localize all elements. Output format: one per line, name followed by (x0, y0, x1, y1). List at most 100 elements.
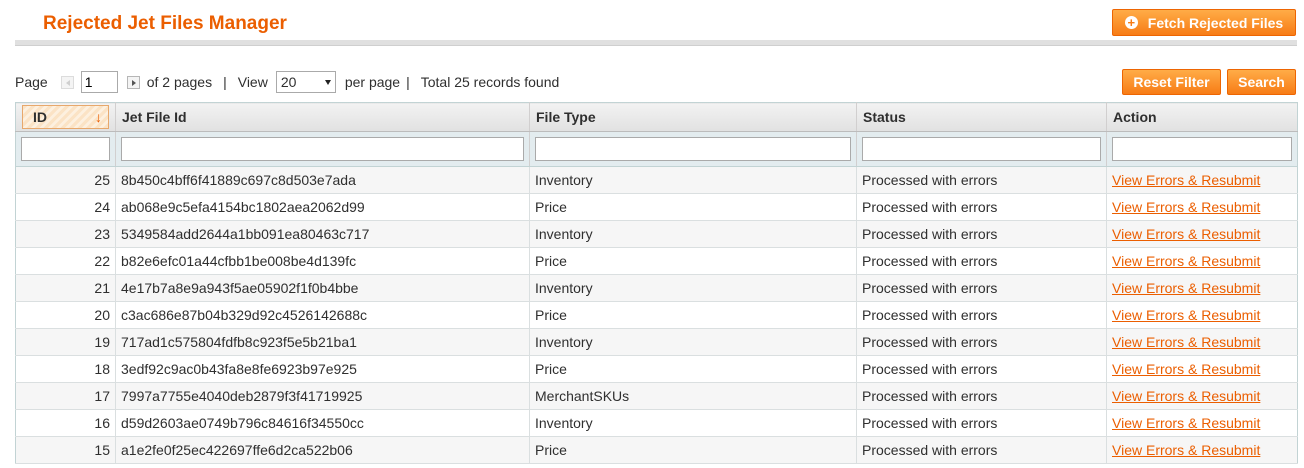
view-errors-resubmit-link[interactable]: View Errors & Resubmit (1112, 334, 1260, 350)
table-row[interactable]: 15 a1e2fe0f25ec422697ffe6d2ca522b06 Price P… (15, 436, 1298, 464)
cell-id: 18 (15, 355, 116, 383)
cell-file-type: Inventory (529, 409, 857, 437)
table-row[interactable]: 24 ab068e9c5efa4154bc1802aea2062d99 Price P… (15, 193, 1298, 221)
pager: Page of 2 pages | View 20 per page | Tot… (15, 69, 559, 95)
view-errors-resubmit-link[interactable]: View Errors & Resubmit (1112, 361, 1260, 377)
cell-action: View Errors & Resubmit (1106, 382, 1298, 410)
fetch-button-label: Fetch Rejected Files (1147, 14, 1284, 31)
table-row[interactable]: 21 4e17b7a8e9a943f5ae05902f1f0b4bbe Invent… (15, 274, 1298, 302)
cell-id: 16 (15, 409, 116, 437)
view-errors-resubmit-link[interactable]: View Errors & Resubmit (1112, 226, 1260, 242)
filter-cell-jet-file-id (115, 131, 530, 167)
column-header-action: Action (1106, 102, 1298, 132)
table-row[interactable]: 22 b82e6efc01a44cfbb1be008be4d139fc Price P… (15, 247, 1298, 275)
rejected-files-grid: ID ↓ Jet File Id File Type Status Action… (15, 102, 1298, 464)
table-row[interactable]: 16 d59d2603ae0749b796c84616f34550cc Invent… (15, 409, 1298, 437)
cell-action: View Errors & Resubmit (1106, 193, 1298, 221)
view-errors-resubmit-link[interactable]: View Errors & Resubmit (1112, 415, 1260, 431)
cell-action: View Errors & Resubmit (1106, 166, 1298, 194)
column-header-id[interactable]: ID ↓ (15, 102, 116, 132)
table-row[interactable]: 17 7997a7755e4040deb2879f3f41719925 Mercha… (15, 382, 1298, 410)
cell-status: Processed with errors (856, 409, 1107, 437)
cell-id: 23 (15, 220, 116, 248)
cell-jet-file-id: a1e2fe0f25ec422697ffe6d2ca522b06 (115, 436, 530, 464)
column-header-jet-file-id[interactable]: Jet File Id (115, 102, 530, 132)
cell-status: Processed with errors (856, 355, 1107, 383)
cell-jet-file-id: c3ac686e87b04b329d92c4526142688c (115, 301, 530, 329)
view-errors-resubmit-link[interactable]: View Errors & Resubmit (1112, 280, 1260, 296)
cell-id: 21 (15, 274, 116, 302)
cell-id: 22 (15, 247, 116, 275)
filter-jet-file-id-input[interactable] (121, 137, 524, 161)
pager-separator: | (406, 74, 410, 90)
cell-action: View Errors & Resubmit (1106, 220, 1298, 248)
view-errors-resubmit-link[interactable]: View Errors & Resubmit (1112, 442, 1260, 458)
reset-filter-button[interactable]: Reset Filter (1122, 69, 1221, 95)
filter-id-input[interactable] (21, 137, 110, 161)
next-page-icon[interactable] (126, 75, 140, 89)
cell-status: Processed with errors (856, 247, 1107, 275)
cell-id: 19 (15, 328, 116, 356)
column-header-status[interactable]: Status (856, 102, 1107, 132)
column-header-file-type[interactable]: File Type (529, 102, 857, 132)
cell-status: Processed with errors (856, 193, 1107, 221)
filter-status-input[interactable] (862, 137, 1101, 161)
column-label: ID (33, 109, 47, 125)
filter-cell-id (15, 131, 116, 167)
cell-status: Processed with errors (856, 220, 1107, 248)
page-label: Page (15, 74, 48, 90)
sort-desc-icon: ↓ (95, 109, 102, 125)
cell-jet-file-id: 4e17b7a8e9a943f5ae05902f1f0b4bbe (115, 274, 530, 302)
cell-file-type: Price (529, 193, 857, 221)
per-page-select[interactable]: 20 (275, 71, 336, 93)
filter-cell-file-type (529, 131, 857, 167)
cell-status: Processed with errors (856, 274, 1107, 302)
page-number-input[interactable] (80, 71, 118, 93)
cell-jet-file-id: 7997a7755e4040deb2879f3f41719925 (115, 382, 530, 410)
cell-status: Processed with errors (856, 436, 1107, 464)
table-row[interactable]: 20 c3ac686e87b04b329d92c4526142688c Price P… (15, 301, 1298, 329)
cell-action: View Errors & Resubmit (1106, 301, 1298, 329)
view-label: View (237, 74, 268, 90)
cell-id: 15 (15, 436, 116, 464)
chevron-down-icon (324, 79, 331, 85)
cell-action: View Errors & Resubmit (1106, 355, 1298, 383)
cell-file-type: Inventory (529, 220, 857, 248)
cell-id: 20 (15, 301, 116, 329)
cell-id: 17 (15, 382, 116, 410)
view-errors-resubmit-link[interactable]: View Errors & Resubmit (1112, 172, 1260, 188)
page-title: Rejected Jet Files Manager (43, 13, 287, 34)
cell-jet-file-id: d59d2603ae0749b796c84616f34550cc (115, 409, 530, 437)
cell-status: Processed with errors (856, 328, 1107, 356)
cell-jet-file-id: 717ad1c575804fdfb8c923f5e5b21ba1 (115, 328, 530, 356)
cell-file-type: Price (529, 247, 857, 275)
cell-action: View Errors & Resubmit (1106, 436, 1298, 464)
table-row[interactable]: 25 8b450c4bff6f41889c697c8d503e7ada Invent… (15, 166, 1298, 194)
cell-status: Processed with errors (856, 166, 1107, 194)
view-errors-resubmit-link[interactable]: View Errors & Resubmit (1112, 253, 1260, 269)
search-button[interactable]: Search (1227, 69, 1296, 95)
per-page-value: 20 (280, 74, 297, 90)
cell-jet-file-id: 3edf92c9ac0b43fa8e8fe6923b97e925 (115, 355, 530, 383)
per-page-label: per page (344, 74, 401, 90)
cell-jet-file-id: 8b450c4bff6f41889c697c8d503e7ada (115, 166, 530, 194)
view-errors-resubmit-link[interactable]: View Errors & Resubmit (1112, 388, 1260, 404)
plus-circle-icon: + (1124, 16, 1138, 29)
table-row[interactable]: 18 3edf92c9ac0b43fa8e8fe6923b97e925 Price P… (15, 355, 1298, 383)
fetch-rejected-files-button[interactable]: + Fetch Rejected Files (1112, 9, 1296, 36)
previous-page-icon[interactable] (60, 75, 74, 89)
cell-file-type: MerchantSKUs (529, 382, 857, 410)
cell-file-type: Price (529, 436, 857, 464)
filter-file-type-input[interactable] (535, 137, 851, 161)
filter-cell-status (856, 131, 1107, 167)
table-row[interactable]: 23 5349584add2644a1bb091ea80463c717 Invent… (15, 220, 1298, 248)
table-row[interactable]: 19 717ad1c575804fdfb8c923f5e5b21ba1 Invent… (15, 328, 1298, 356)
cell-file-type: Inventory (529, 166, 857, 194)
cell-id: 24 (15, 193, 116, 221)
filter-action-input[interactable] (1112, 137, 1292, 161)
cell-status: Processed with errors (856, 301, 1107, 329)
view-errors-resubmit-link[interactable]: View Errors & Resubmit (1112, 307, 1260, 323)
view-errors-resubmit-link[interactable]: View Errors & Resubmit (1112, 199, 1260, 215)
cell-jet-file-id: ab068e9c5efa4154bc1802aea2062d99 (115, 193, 530, 221)
cell-action: View Errors & Resubmit (1106, 409, 1298, 437)
